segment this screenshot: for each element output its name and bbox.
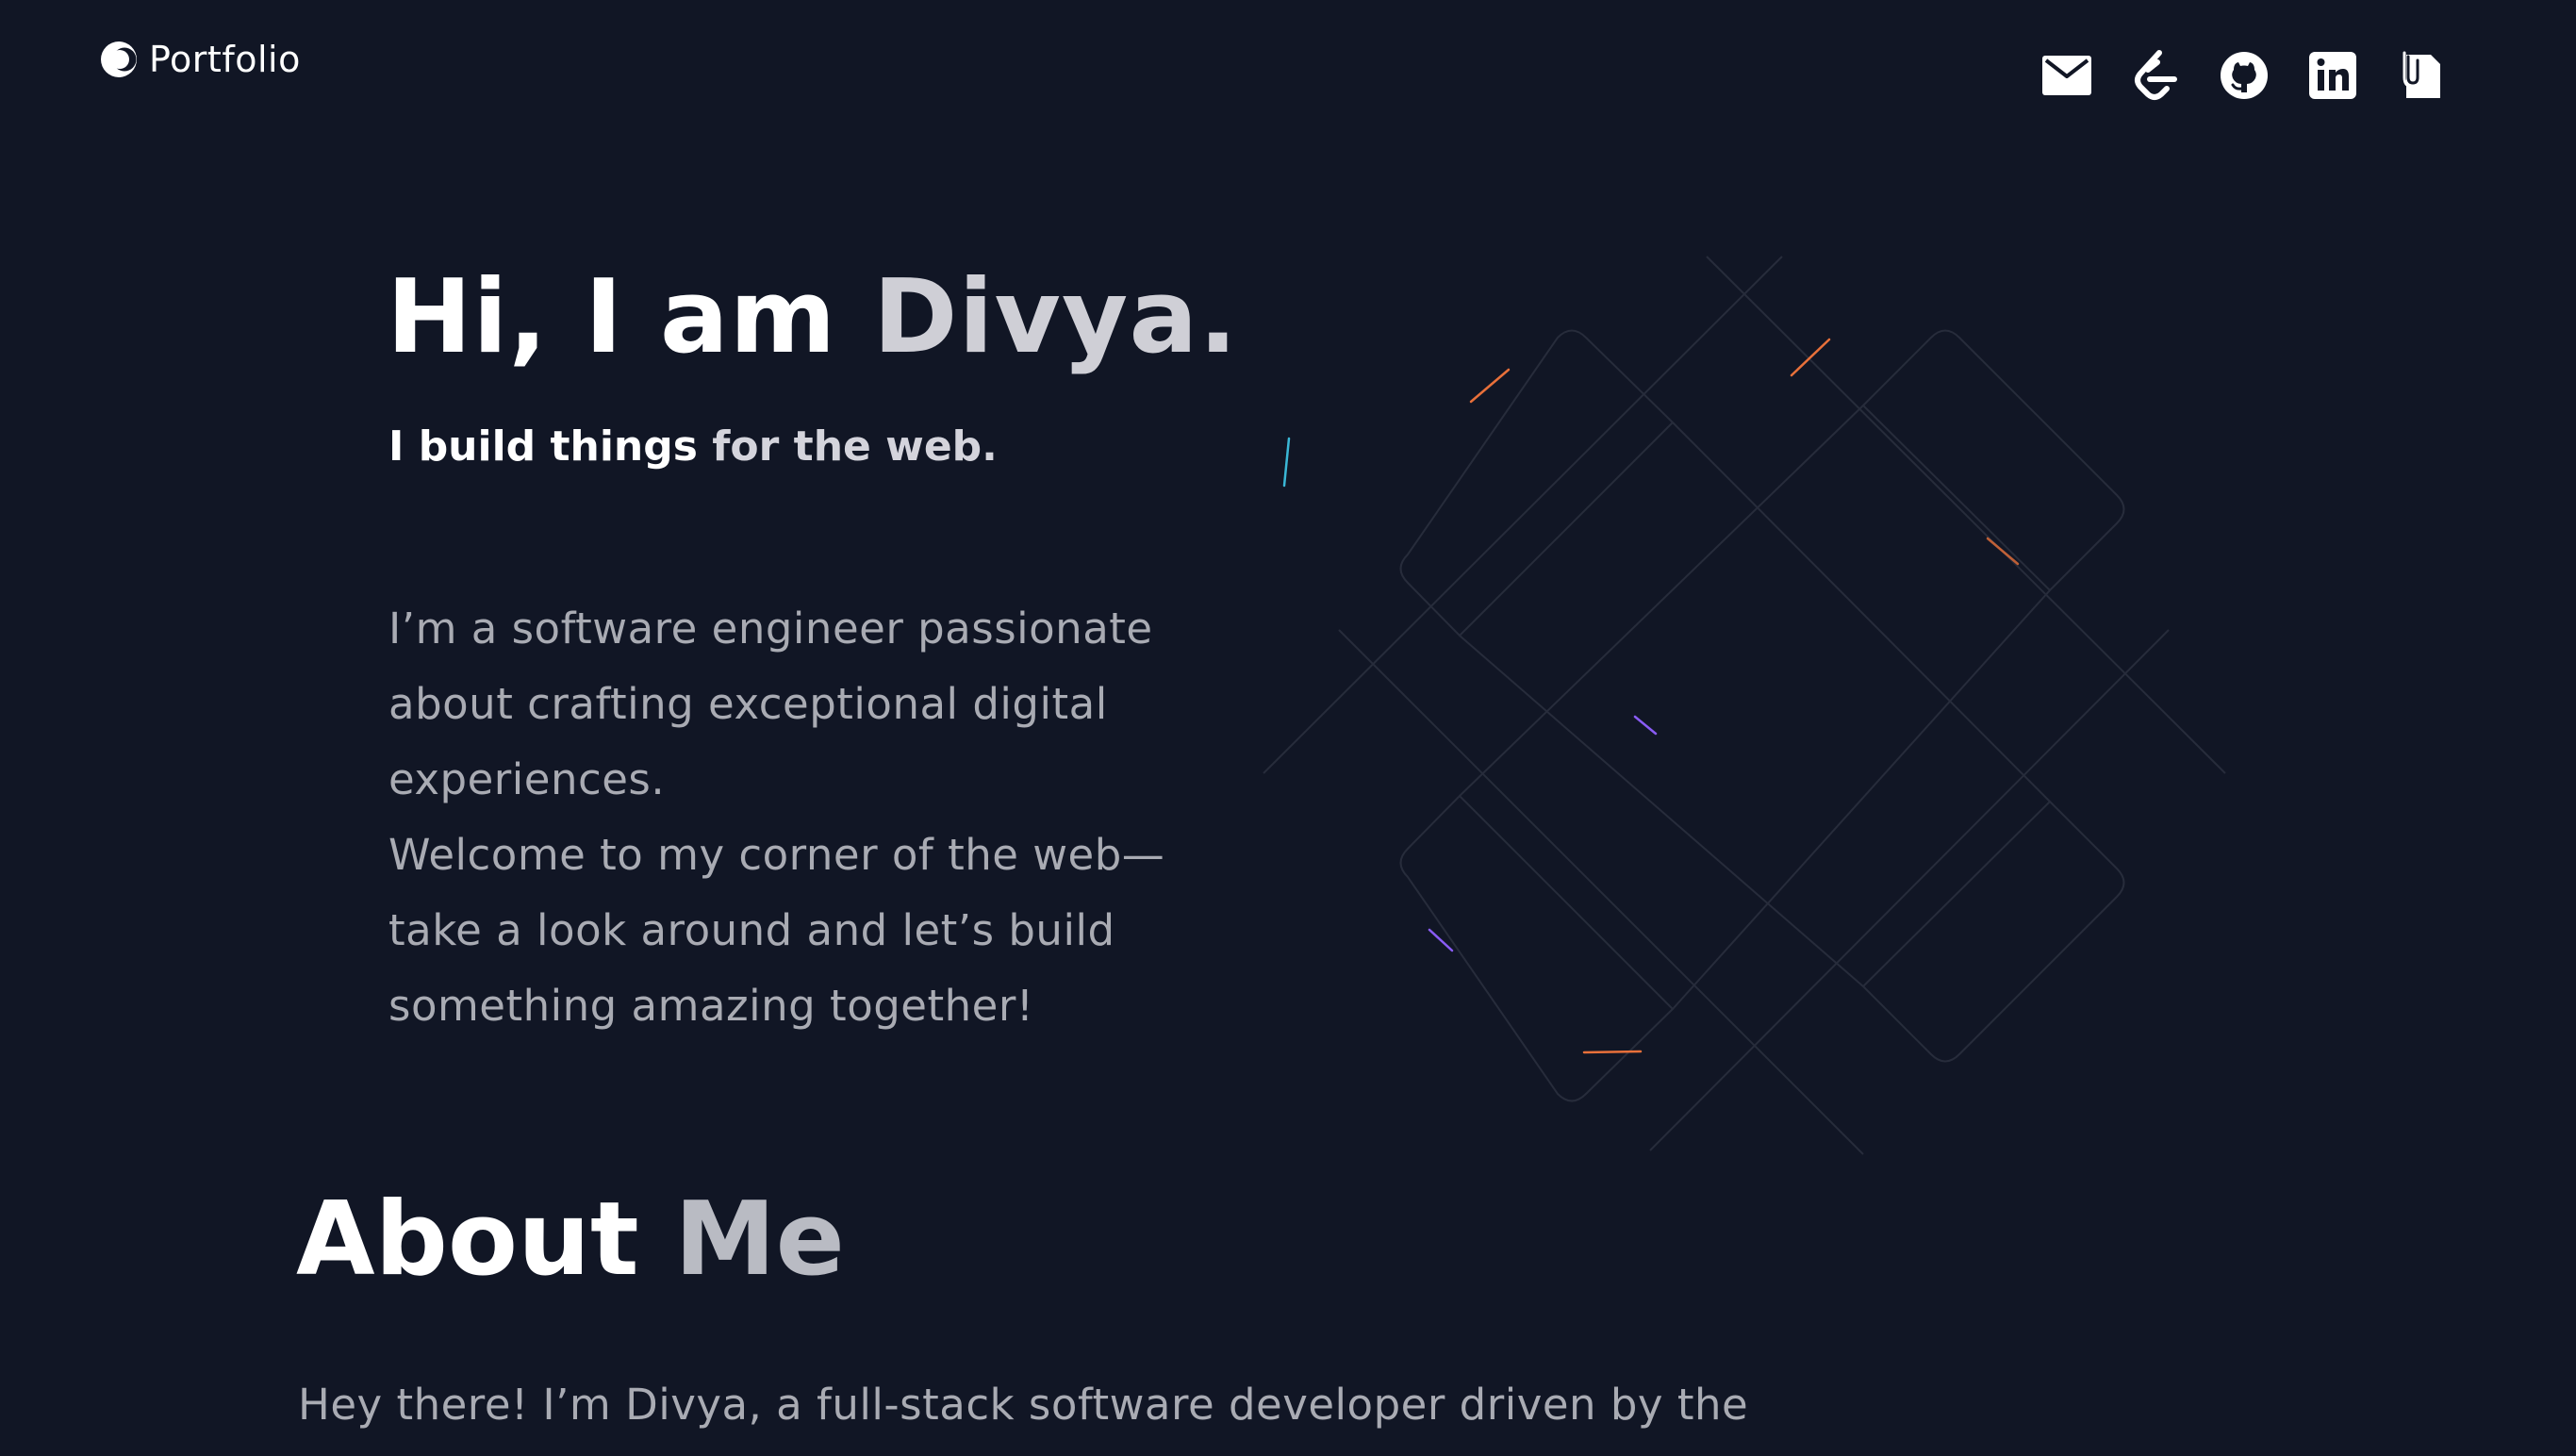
hero-title-name: Divya. <box>872 258 1239 376</box>
crescent-logo-icon <box>101 41 137 77</box>
github-icon <box>2221 52 2268 99</box>
hero-intro-line-2: Welcome to my corner of the web—take a l… <box>388 830 1165 1031</box>
leetcode-icon <box>2135 50 2177 100</box>
linkedin-icon <box>2309 52 2356 99</box>
decorative-grid-graphic <box>1263 256 2226 1155</box>
email-link[interactable] <box>2040 49 2093 102</box>
hero-intro: I’m a software engineer passionate about… <box>388 591 1237 1044</box>
github-link[interactable] <box>2218 49 2271 102</box>
email-icon <box>2042 56 2091 95</box>
about-title-lead: About <box>296 1181 675 1299</box>
hero-subtitle: I build things for the web. <box>388 419 998 475</box>
hero-intro-line-1: I’m a software engineer passionate about… <box>388 604 1153 804</box>
hero-title-greeting: Hi, I am <box>387 258 873 376</box>
hero-subtitle-lead: I build things <box>388 422 713 471</box>
linkedin-link[interactable] <box>2306 49 2359 102</box>
hero-title: Hi, I am Divya. <box>387 256 1238 379</box>
about-title-tail: Me <box>674 1181 845 1299</box>
hero-subtitle-tail: for the web. <box>712 422 998 471</box>
about-title: About Me <box>296 1179 845 1301</box>
social-links <box>2040 49 2448 102</box>
accent-streaks <box>1282 338 2020 1054</box>
resume-link[interactable] <box>2395 49 2448 102</box>
about-text: Hey there! I’m Divya, a full-stack softw… <box>298 1380 1749 1430</box>
resume-icon <box>2403 51 2440 98</box>
leetcode-link[interactable] <box>2129 49 2182 102</box>
portfolio-page: Portfolio Hi, I am Divya. I build things… <box>0 0 2576 1456</box>
brand-label: Portfolio <box>149 39 301 80</box>
brand-home-link[interactable]: Portfolio <box>98 36 301 83</box>
grid-lines <box>1263 256 2226 1155</box>
